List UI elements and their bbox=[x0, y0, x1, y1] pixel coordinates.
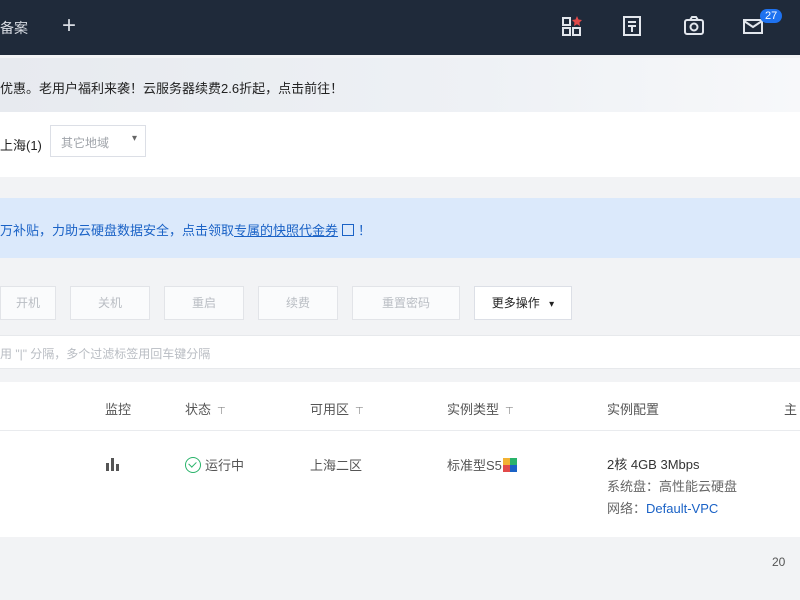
other-region-dropdown[interactable]: 其它地域 ▾ bbox=[50, 125, 146, 157]
column-header-instance-type[interactable]: 实例类型 ⊤ bbox=[447, 399, 514, 418]
more-actions-label: 更多操作 bbox=[491, 296, 540, 310]
camera-icon[interactable] bbox=[682, 14, 706, 38]
column-header-monitor: 监控 bbox=[105, 402, 132, 417]
column-header-more: 主 bbox=[784, 402, 798, 417]
stop-button[interactable]: 关机 bbox=[70, 286, 150, 320]
add-tab-button[interactable]: + bbox=[62, 12, 76, 40]
network-label: 网络： bbox=[607, 501, 647, 516]
restart-button[interactable]: 重启 bbox=[164, 286, 244, 320]
header-divider bbox=[0, 430, 800, 431]
system-disk-value: 高性能云硬盘 bbox=[659, 479, 738, 494]
start-button[interactable]: 开机 bbox=[0, 286, 56, 320]
status-header-label: 状态 bbox=[185, 402, 212, 417]
config-spec: 2核 4GB 3Mbps bbox=[607, 457, 700, 472]
column-header-zone[interactable]: 可用区 ⊤ bbox=[310, 399, 364, 418]
reset-password-button[interactable]: 重置密码 bbox=[352, 286, 460, 320]
filter-icon[interactable]: ⊤ bbox=[217, 406, 226, 417]
external-link-icon[interactable] bbox=[342, 224, 355, 236]
zone-cell: 上海二区 bbox=[310, 458, 363, 473]
vpc-link[interactable]: Default-VPC bbox=[646, 501, 718, 516]
instance-type-cell: 标准型S5 bbox=[447, 455, 517, 474]
column-header-config: 实例配置 bbox=[607, 402, 660, 417]
notice-text: 万补贴，力助云硬盘数据安全，点击领取专属的快照代金券 ！ bbox=[0, 220, 371, 239]
monitor-chart-icon[interactable] bbox=[104, 455, 122, 471]
status-text: 运行中 bbox=[205, 458, 245, 473]
filter-icon[interactable]: ⊤ bbox=[505, 406, 514, 417]
tab-beian[interactable]: 备案 bbox=[0, 18, 28, 38]
region-bar: 上海(1) 其它地域 ▾ bbox=[0, 112, 800, 177]
status-cell: 运行中 bbox=[185, 455, 244, 474]
notice-suffix: ！ bbox=[358, 223, 372, 238]
promo-banner[interactable]: 优惠。老用户福利来袭！云服务器续费2.6折起，点击前往！ bbox=[0, 58, 800, 112]
grid-star-icon[interactable] bbox=[560, 14, 584, 38]
running-status-icon bbox=[185, 457, 201, 473]
notice-banner: 万补贴，力助云硬盘数据安全，点击领取专属的快照代金券 ！ bbox=[0, 198, 800, 258]
network-line: 网络：Default-VPC bbox=[607, 498, 718, 517]
instance-type-header-label: 实例类型 bbox=[447, 402, 500, 417]
top-navigation-bar: 备案 + 27 bbox=[0, 0, 800, 55]
search-placeholder: 用 "|" 分隔，多个过滤标签用回车键分隔 bbox=[0, 347, 211, 361]
chevron-down-icon: ▾ bbox=[131, 133, 137, 144]
instance-type-tag-icon bbox=[502, 458, 517, 472]
column-header-status[interactable]: 状态 ⊤ bbox=[185, 399, 226, 418]
notification-badge: 27 bbox=[760, 9, 783, 23]
region-selector[interactable]: 上海(1) bbox=[0, 135, 42, 154]
promo-text[interactable]: 优惠。老用户福利来袭！云服务器续费2.6折起，点击前往！ bbox=[0, 78, 343, 97]
filter-search-input[interactable]: 用 "|" 分隔，多个过滤标签用回车键分隔 bbox=[0, 335, 800, 369]
system-disk-label: 系统盘： bbox=[607, 479, 660, 494]
instance-table: 监控 状态 ⊤ 可用区 ⊤ 实例类型 ⊤ 实例配置 主 运行中 上海二区 标准型S5 … bbox=[0, 382, 800, 537]
billing-icon[interactable] bbox=[620, 14, 644, 38]
system-disk-line: 系统盘：高性能云硬盘 bbox=[607, 476, 737, 495]
other-region-label: 其它地域 bbox=[61, 136, 110, 150]
instance-type-text: 标准型S5 bbox=[447, 458, 502, 473]
more-actions-dropdown[interactable]: 更多操作 ▾ bbox=[474, 286, 572, 320]
notice-prefix: 万补贴，力助云硬盘数据安全，点击领取 bbox=[0, 223, 235, 238]
filter-icon[interactable]: ⊤ bbox=[355, 406, 364, 417]
snapshot-voucher-link[interactable]: 专属的快照代金券 bbox=[234, 223, 338, 238]
page-size-selector[interactable]: 20 bbox=[772, 555, 785, 569]
zone-header-label: 可用区 bbox=[310, 402, 350, 417]
chevron-down-icon: ▾ bbox=[549, 299, 555, 310]
renew-button[interactable]: 续费 bbox=[258, 286, 338, 320]
